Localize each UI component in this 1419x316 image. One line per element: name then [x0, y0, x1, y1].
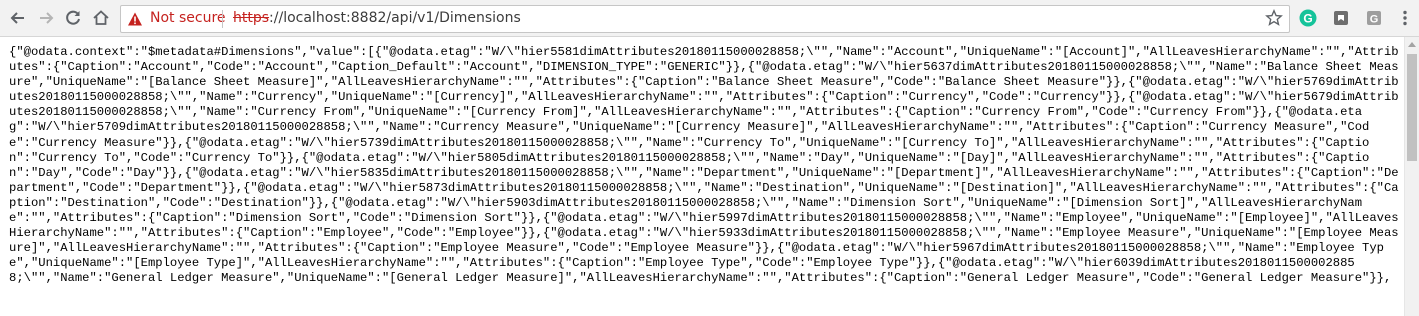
grammarly-extension-icon[interactable]: G	[1298, 8, 1318, 28]
vertical-scrollbar[interactable]	[1404, 37, 1419, 316]
browser-toolbar: Not secure https://localhost:8882/api/v1…	[0, 0, 1419, 37]
scrollbar-thumb[interactable]	[1407, 54, 1417, 161]
svg-text:G: G	[1303, 12, 1312, 26]
reload-icon[interactable]	[63, 8, 83, 28]
bookmark-star-icon[interactable]	[1265, 9, 1283, 27]
page-content: {"@odata.context":"$metadata#Dimensions"…	[0, 37, 1404, 316]
address-divider	[222, 10, 223, 28]
scroll-up-arrow-icon[interactable]	[1408, 42, 1416, 47]
warning-triangle-icon[interactable]	[127, 11, 143, 27]
url-scheme: https	[233, 10, 270, 26]
google-extension-icon[interactable]: G	[1364, 8, 1384, 28]
home-icon[interactable]	[91, 8, 111, 28]
kebab-menu-icon[interactable]	[1395, 8, 1415, 28]
json-response-text: {"@odata.context":"$metadata#Dimensions"…	[9, 45, 1399, 286]
url-path: ://localhost:8882/api/v1/Dimensions	[269, 10, 521, 26]
back-arrow-icon[interactable]	[8, 8, 28, 28]
address-bar[interactable]: Not secure https://localhost:8882/api/v1…	[120, 5, 1290, 33]
extension-icon[interactable]	[1331, 8, 1351, 28]
svg-text:G: G	[1370, 14, 1379, 26]
not-secure-label[interactable]: Not secure	[150, 10, 226, 26]
forward-arrow-icon[interactable]	[36, 8, 56, 28]
url-text[interactable]: https://localhost:8882/api/v1/Dimensions	[233, 10, 521, 26]
